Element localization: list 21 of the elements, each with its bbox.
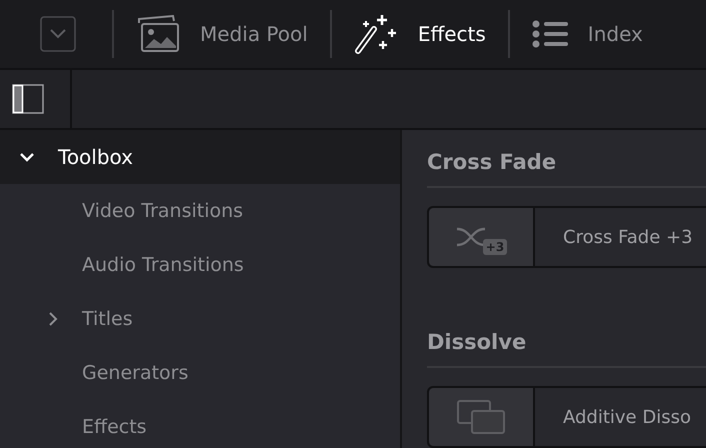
tree-item[interactable]: Titles [0, 292, 400, 346]
crossfade-icon [454, 225, 487, 249]
toolbar-tab[interactable]: Media Pool [200, 22, 308, 46]
count-badge: +3 [482, 239, 508, 255]
tree-item[interactable]: Audio Transitions [0, 238, 400, 292]
section-title: Cross Fade [427, 150, 558, 174]
tree-item[interactable]: Effects [0, 400, 400, 448]
tree-item[interactable]: Video Transitions [0, 184, 400, 238]
tree-item[interactable]: Generators [0, 346, 400, 400]
effect-item[interactable]: +3 Cross Fade +3 [427, 206, 706, 268]
list-icon[interactable] [532, 20, 568, 48]
magic-wand-icon[interactable] [354, 13, 398, 55]
section-title: Dissolve [427, 330, 528, 354]
toolbar-tab[interactable]: Effects [418, 22, 486, 46]
toolbar-tab[interactable]: Index [588, 22, 643, 46]
effect-item[interactable]: Additive Disso [427, 386, 706, 448]
tree-item[interactable]: Toolbox [0, 130, 400, 184]
sidebar-toggle-icon[interactable] [12, 84, 44, 114]
dropdown-icon[interactable] [40, 16, 76, 52]
image-icon[interactable] [136, 15, 180, 53]
overlapping-squares-icon [456, 399, 506, 435]
